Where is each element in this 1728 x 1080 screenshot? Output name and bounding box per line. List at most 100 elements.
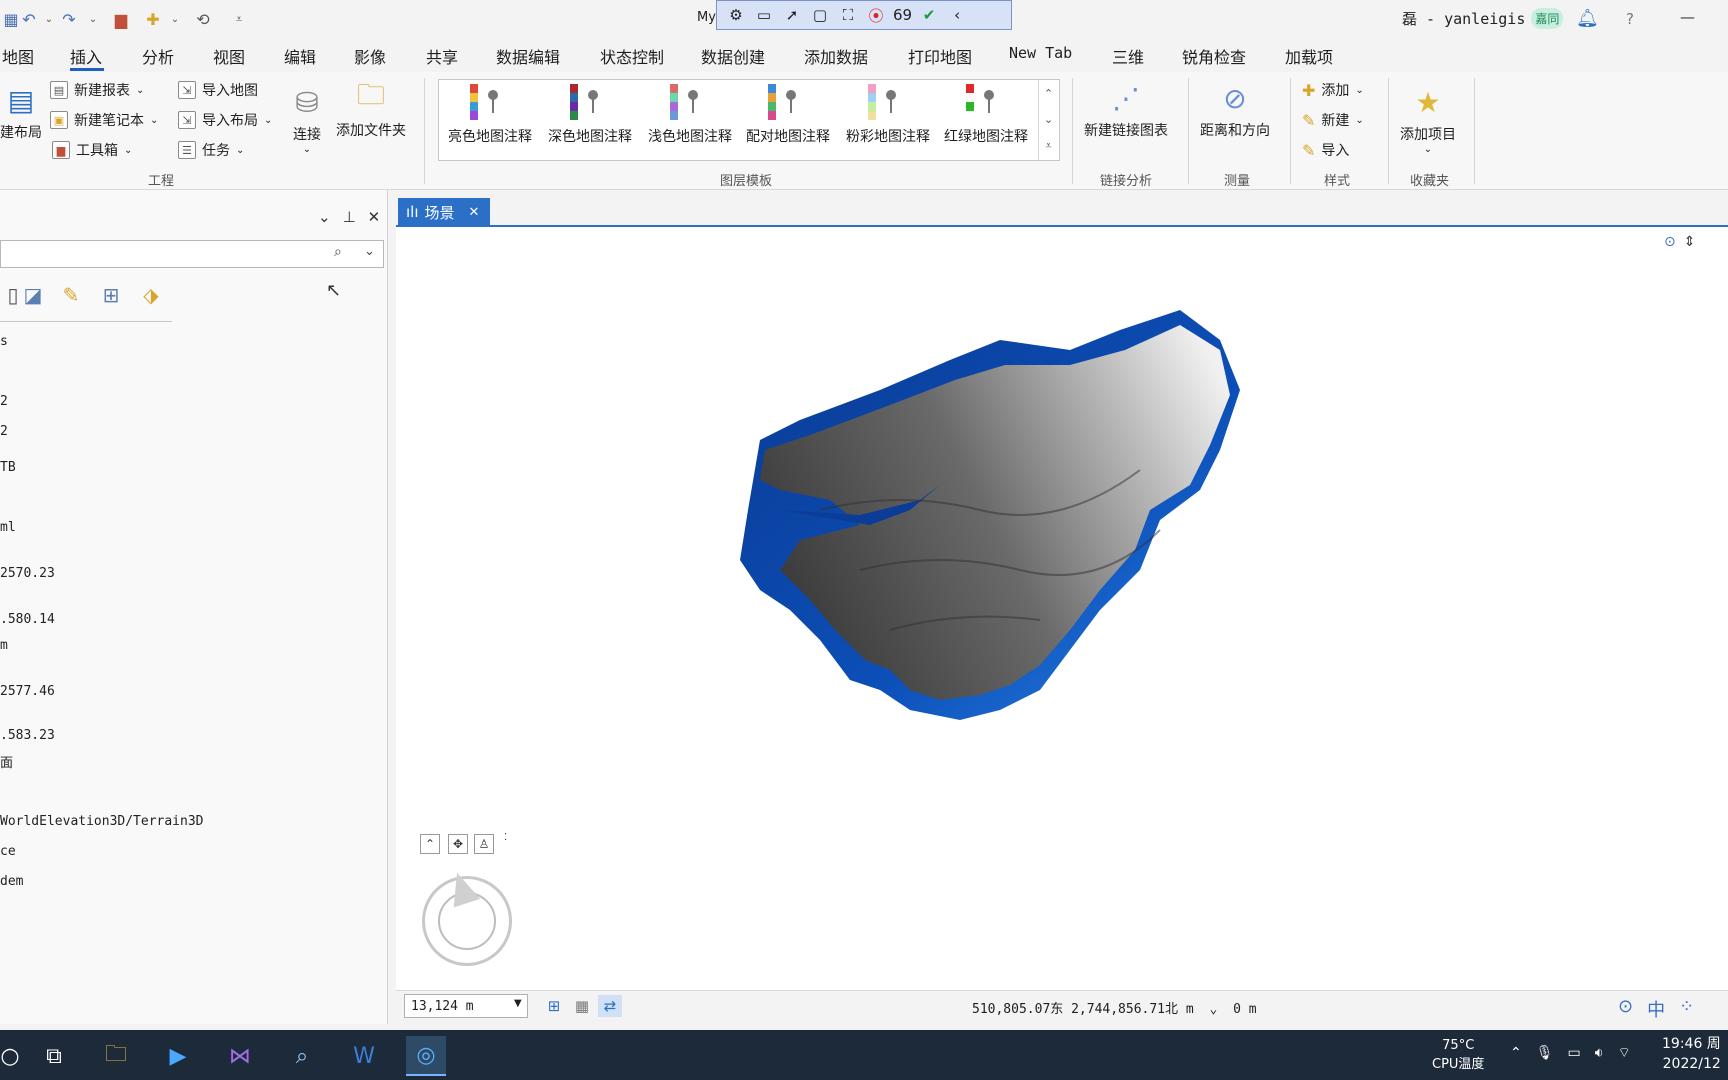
undo-icon[interactable]: ↶ <box>18 8 40 30</box>
redo-icon[interactable]: ↷ <box>58 8 80 30</box>
tab-scene[interactable]: ılı 场景 ✕ <box>398 198 490 226</box>
list-by-selection-icon[interactable]: ⊞ <box>98 282 124 308</box>
close-icon[interactable]: ✕ <box>469 205 480 220</box>
task-view-icon[interactable]: ⧉ <box>34 1036 74 1076</box>
tab-data-edit[interactable]: 数据编辑 <box>496 44 560 68</box>
ime-settings-icon[interactable]: ⁘ <box>1679 996 1694 1022</box>
volume-icon[interactable]: 🔉︎ <box>1595 1045 1604 1061</box>
check-icon[interactable]: ✔ <box>918 5 940 25</box>
connect-button[interactable]: ⛁ 连接 ⌄ <box>288 84 326 156</box>
visual-studio-icon[interactable]: ⋈ <box>220 1036 260 1076</box>
contents-line[interactable]: 2 <box>0 394 8 409</box>
navigator-pan-icon[interactable]: ✥ <box>448 834 468 854</box>
add-folder-button[interactable]: 🗀︎ 添加文件夹 <box>336 78 406 140</box>
gallery-item[interactable]: 粉彩地图注释 <box>840 84 936 154</box>
contents-line[interactable]: 2 <box>0 424 8 439</box>
add-item-icon[interactable]: ✚ <box>142 8 164 30</box>
contents-line[interactable]: TB <box>0 460 16 475</box>
refresh-icon[interactable]: ⇄ <box>598 995 622 1017</box>
list-by-labeling-icon[interactable]: ⬗ <box>138 282 164 308</box>
toolbox-button[interactable]: ▆ 工具箱 ⌄ <box>52 140 132 160</box>
style-import-button[interactable]: ✎ 导入 <box>1302 140 1349 160</box>
navigator-up-icon[interactable]: ⌃ <box>420 834 440 854</box>
tab-data-create[interactable]: 数据创建 <box>701 44 765 68</box>
tab-add-data[interactable]: 添加数据 <box>804 44 868 68</box>
gallery-item[interactable]: 亮色地图注释 <box>442 84 538 154</box>
contents-line[interactable]: ce <box>0 844 16 859</box>
chevron-down-icon[interactable]: ⌄ <box>364 244 375 259</box>
arcgis-pro-icon[interactable]: ◎ <box>406 1036 446 1076</box>
chevron-up-icon[interactable]: ⌃ <box>1044 87 1053 100</box>
contents-line[interactable]: .580.14 <box>0 612 55 627</box>
scale-selector[interactable]: 13,124 m <box>404 994 528 1018</box>
distance-direction-button[interactable]: ⊘ 距离和方向 <box>1200 80 1270 140</box>
wifi-icon[interactable]: ⌔ <box>1618 1044 1631 1062</box>
ifly-icon[interactable]: ⊙ <box>1618 996 1633 1022</box>
collapse-icon[interactable]: ‹ <box>946 5 968 25</box>
contents-line[interactable]: s <box>0 334 8 349</box>
style-add-button[interactable]: ✚ 添加 ⌄ <box>1302 80 1364 100</box>
chevron-down-icon[interactable]: ▼ <box>514 998 522 1009</box>
gallery-item[interactable]: 红绿地图注释 <box>938 84 1034 154</box>
new-notebook-button[interactable]: ▣ 新建笔记本 ⌄ <box>50 110 158 130</box>
navigator-walk-icon[interactable]: ♙ <box>474 834 494 854</box>
search-input[interactable] <box>1 241 321 267</box>
user-area[interactable]: 磊 - yanleigis 嘉同 <box>1402 8 1564 29</box>
gallery-item[interactable]: 浅色地图注释 <box>642 84 738 154</box>
minimize-button[interactable]: — <box>1680 8 1695 26</box>
contents-line[interactable]: 2570.23 <box>0 566 55 581</box>
contents-line[interactable]: ml <box>0 520 16 535</box>
grid-icon[interactable]: ▦ <box>570 995 594 1017</box>
task-button[interactable]: ☰ 任务 ⌄ <box>178 140 244 160</box>
contents-line[interactable]: dem <box>0 874 23 889</box>
new-layout-button[interactable]: ▤ 建布局 <box>0 82 42 142</box>
add-dropdown-icon[interactable]: ⌄ <box>164 8 186 30</box>
tab-imagery[interactable]: 影像 <box>354 44 386 68</box>
stepper-icon[interactable]: ⇕ <box>1684 234 1696 250</box>
expand-icon[interactable]: ⩡ <box>1045 139 1051 153</box>
tab-acute-angle-check[interactable]: 锐角检查 <box>1182 44 1246 68</box>
history-icon[interactable]: ⟲ <box>192 8 214 30</box>
tab-edit[interactable]: 编辑 <box>284 44 316 68</box>
contents-line[interactable]: 2577.46 <box>0 684 55 699</box>
ifly-icon[interactable]: ⊙ <box>1664 234 1676 250</box>
style-new-button[interactable]: ✎ 新建 ⌄ <box>1302 110 1364 130</box>
microphone-icon[interactable]: 🎙︎ <box>1536 1045 1554 1061</box>
chevron-down-icon[interactable]: ⌄ <box>1044 113 1053 126</box>
search-icon[interactable]: ⌕ <box>334 244 342 260</box>
new-link-chart-button[interactable]: ⋰ 新建链接图表 <box>1084 80 1168 140</box>
help-button[interactable]: ? <box>1626 10 1634 28</box>
import-map-button[interactable]: ⇲ 导入地图 <box>178 80 258 100</box>
new-report-button[interactable]: ▤ 新建报表 ⌄ <box>50 80 144 100</box>
gallery-item[interactable]: 深色地图注释 <box>542 84 638 154</box>
contents-line[interactable]: .583.23 <box>0 728 55 743</box>
undo-dropdown-icon[interactable]: ⌄ <box>38 8 60 30</box>
capture-icon[interactable]: ⛶ <box>837 5 859 25</box>
tab-3d[interactable]: 三维 <box>1112 44 1144 68</box>
tab-print-map[interactable]: 打印地图 <box>908 44 972 68</box>
search-app-icon[interactable]: ⌕ <box>282 1036 322 1076</box>
ime-mode[interactable]: 中 <box>1647 996 1665 1022</box>
redo-dropdown-icon[interactable]: ⌄ <box>82 8 104 30</box>
pin-icon[interactable]: ⊥ <box>343 208 356 226</box>
search-icon[interactable]: ○ <box>0 1036 20 1076</box>
tab-analysis[interactable]: 分析 <box>142 44 174 68</box>
list-by-source-icon[interactable]: ◪ <box>20 282 46 308</box>
camera-icon[interactable]: ▭ <box>753 5 775 25</box>
notification-icon[interactable]: 🔔︎ <box>1576 8 1599 29</box>
chevron-up-icon[interactable]: ⌃ <box>1510 1045 1522 1061</box>
toolbox-icon[interactable]: ▆ <box>110 8 132 30</box>
tab-view[interactable]: 视图 <box>213 44 245 68</box>
add-item-button[interactable]: ★ 添加项目 ⌄ <box>1400 84 1456 156</box>
snapping-icon[interactable]: ⊞ <box>542 995 566 1017</box>
video-app-icon[interactable]: ▶ <box>158 1036 198 1076</box>
customize-quick-access-icon[interactable]: ⩡ <box>228 8 250 30</box>
tab-insert[interactable]: 插入 <box>70 44 102 68</box>
clock[interactable]: 19:46 周 2022/12 <box>1662 1034 1721 1074</box>
tab-addins[interactable]: 加载项 <box>1285 44 1333 68</box>
chevron-down-icon[interactable]: ⌄ <box>318 208 331 226</box>
display-icon[interactable]: ▭ <box>1568 1045 1581 1061</box>
file-explorer-icon[interactable]: 🗀︎ <box>96 1036 136 1076</box>
chevron-down-icon[interactable]: ⌄ <box>1210 1002 1218 1017</box>
settings-icon[interactable]: ⚙ <box>725 5 747 25</box>
